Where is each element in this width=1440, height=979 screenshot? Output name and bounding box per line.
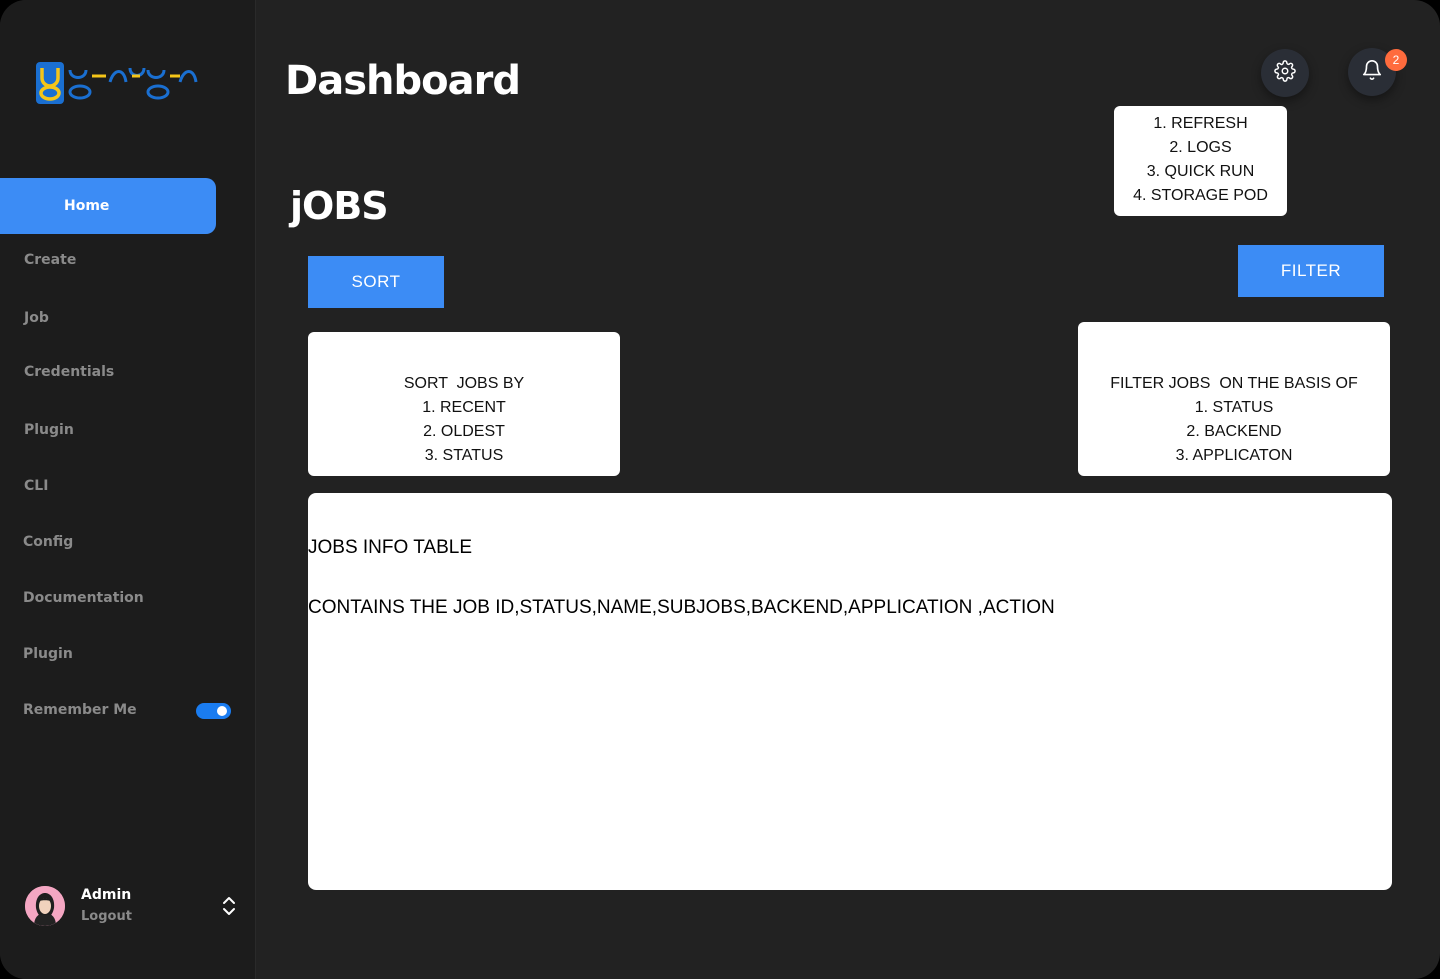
sort-card-heading: SORT JOBS BY — [403, 375, 525, 392]
filter-card-heading: FILTER JOBS ON THE BASIS OF — [1110, 375, 1358, 392]
sidebar-item-label: Home — [64, 198, 110, 214]
sidebar-item-job[interactable]: Job — [24, 310, 49, 326]
user-name: Admin — [81, 887, 132, 903]
sidebar-item-config[interactable]: Config — [23, 534, 73, 550]
menu-item-logs[interactable]: 2. LOGS — [1114, 136, 1287, 160]
settings-menu: 1. REFRESH 2. LOGS 3. QUICK RUN 4. STORA… — [1114, 106, 1287, 216]
sidebar-item-cli[interactable]: CLI — [24, 478, 48, 494]
filter-button[interactable]: FILTER — [1238, 245, 1384, 297]
sidebar-item-plugin[interactable]: Plugin — [24, 422, 74, 438]
filter-options-card: FILTER JOBS ON THE BASIS OF 1. STATUS 2.… — [1078, 322, 1390, 476]
gear-icon — [1274, 59, 1296, 87]
sidebar-item-credentials[interactable]: Credentials — [24, 364, 114, 380]
toggle-knob — [217, 706, 227, 716]
section-title: jOBS — [290, 184, 389, 228]
menu-item-quick-run[interactable]: 3. QUICK RUN — [1114, 160, 1287, 184]
sort-button[interactable]: SORT — [308, 256, 444, 308]
sort-option-status[interactable]: 3. STATUS — [308, 444, 620, 468]
filter-option-backend[interactable]: 2. BACKEND — [1078, 420, 1390, 444]
sidebar-item-create[interactable]: Create — [24, 252, 76, 268]
sidebar-item-plugin-2[interactable]: Plugin — [23, 646, 73, 662]
page-title: Dashboard — [285, 58, 521, 104]
app-window: Home Create Job Credentials Plugin CLI C… — [0, 0, 1440, 979]
chevron-up-down-icon[interactable] — [220, 895, 238, 917]
sidebar: Home Create Job Credentials Plugin CLI C… — [0, 0, 256, 979]
remember-me-toggle[interactable] — [196, 703, 231, 719]
menu-item-refresh[interactable]: 1. REFRESH — [1114, 112, 1287, 136]
avatar[interactable] — [25, 886, 65, 926]
menu-item-storage-pod[interactable]: 4. STORAGE POD — [1114, 184, 1287, 208]
sidebar-item-documentation[interactable]: Documentation — [23, 590, 144, 606]
settings-button[interactable] — [1261, 49, 1309, 97]
filter-option-application[interactable]: 3. APPLICATON — [1078, 444, 1390, 468]
bell-icon — [1361, 58, 1383, 87]
ganga-logo — [34, 60, 200, 108]
table-title: JOBS INFO TABLE — [308, 537, 473, 558]
logout-link[interactable]: Logout — [81, 909, 132, 924]
sort-options-card: SORT JOBS BY 1. RECENT 2. OLDEST 3. STAT… — [308, 332, 620, 476]
sidebar-item-home[interactable]: Home — [0, 178, 216, 234]
table-description: CONTAINS THE JOB ID,STATUS,NAME,SUBJOBS,… — [308, 597, 1055, 618]
notification-badge: 2 — [1385, 49, 1407, 71]
sort-option-oldest[interactable]: 2. OLDEST — [308, 420, 620, 444]
remember-me-label: Remember Me — [23, 702, 137, 718]
filter-option-status[interactable]: 1. STATUS — [1078, 396, 1390, 420]
sort-option-recent[interactable]: 1. RECENT — [308, 396, 620, 420]
